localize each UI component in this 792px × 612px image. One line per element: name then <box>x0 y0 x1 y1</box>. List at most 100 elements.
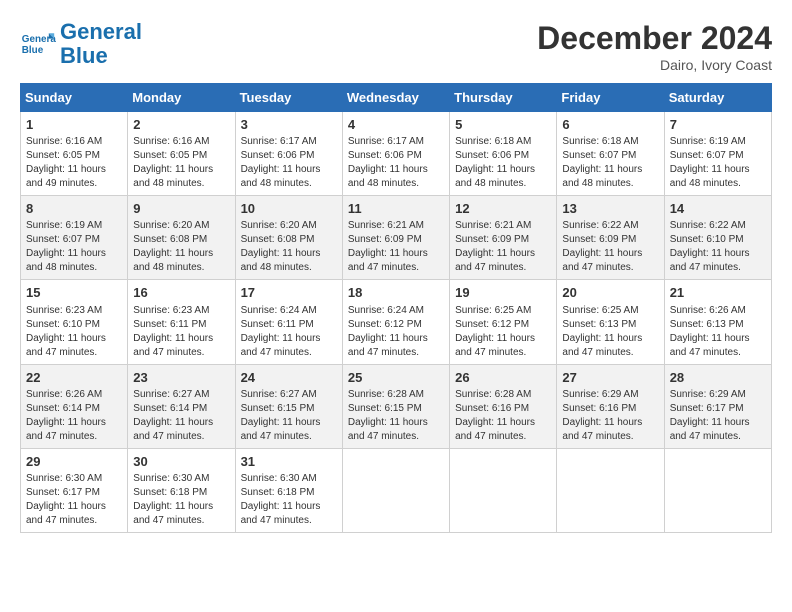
day-number: 8 <box>26 200 122 218</box>
calendar-week-row: 15Sunrise: 6:23 AM Sunset: 6:10 PM Dayli… <box>21 280 772 364</box>
day-number: 18 <box>348 284 444 302</box>
day-info: Sunrise: 6:17 AM Sunset: 6:06 PM Dayligh… <box>348 135 444 191</box>
day-info: Sunrise: 6:17 AM Sunset: 6:06 PM Dayligh… <box>241 135 337 191</box>
calendar-table: SundayMondayTuesdayWednesdayThursdayFrid… <box>20 83 772 533</box>
day-info: Sunrise: 6:18 AM Sunset: 6:06 PM Dayligh… <box>455 135 551 191</box>
day-info: Sunrise: 6:16 AM Sunset: 6:05 PM Dayligh… <box>133 135 229 191</box>
day-number: 20 <box>562 284 658 302</box>
calendar-cell: 17Sunrise: 6:24 AM Sunset: 6:11 PM Dayli… <box>235 280 342 364</box>
calendar-cell: 9Sunrise: 6:20 AM Sunset: 6:08 PM Daylig… <box>128 196 235 280</box>
day-info: Sunrise: 6:19 AM Sunset: 6:07 PM Dayligh… <box>26 219 122 275</box>
calendar-cell: 28Sunrise: 6:29 AM Sunset: 6:17 PM Dayli… <box>664 364 771 448</box>
calendar-cell: 13Sunrise: 6:22 AM Sunset: 6:09 PM Dayli… <box>557 196 664 280</box>
calendar-cell: 4Sunrise: 6:17 AM Sunset: 6:06 PM Daylig… <box>342 112 449 196</box>
calendar-cell <box>664 448 771 532</box>
calendar-cell: 16 Sunrise: 6:23 AM Sunset: 6:11 PM Dayli… <box>128 280 235 364</box>
calendar-header-row: SundayMondayTuesdayWednesdayThursdayFrid… <box>21 84 772 112</box>
day-header-monday: Monday <box>128 84 235 112</box>
day-number: 7 <box>670 116 766 134</box>
day-info: Sunrise: 6:21 AM Sunset: 6:09 PM Dayligh… <box>455 219 551 275</box>
day-number: 25 <box>348 369 444 387</box>
calendar-cell <box>342 448 449 532</box>
day-info: Sunrise: 6:19 AM Sunset: 6:07 PM Dayligh… <box>670 135 766 191</box>
day-info: Sunrise: 6:25 AM Sunset: 6:12 PM Dayligh… <box>455 304 551 360</box>
calendar-cell: 5Sunrise: 6:18 AM Sunset: 6:06 PM Daylig… <box>450 112 557 196</box>
calendar-cell <box>450 448 557 532</box>
day-info: Sunrise: 6:28 AM Sunset: 6:16 PM Dayligh… <box>455 388 551 444</box>
day-info: Sunrise: 6:29 AM Sunset: 6:17 PM Dayligh… <box>670 388 766 444</box>
day-number: 3 <box>241 116 337 134</box>
calendar-cell: 15Sunrise: 6:23 AM Sunset: 6:10 PM Dayli… <box>21 280 128 364</box>
day-info: Sunrise: 6:16 AM Sunset: 6:05 PM Dayligh… <box>26 135 122 191</box>
calendar-cell: 22Sunrise: 6:26 AM Sunset: 6:14 PM Dayli… <box>21 364 128 448</box>
day-info: Sunrise: 6:29 AM Sunset: 6:16 PM Dayligh… <box>562 388 658 444</box>
calendar-cell: 25Sunrise: 6:28 AM Sunset: 6:15 PM Dayli… <box>342 364 449 448</box>
day-info: Sunrise: 6:28 AM Sunset: 6:15 PM Dayligh… <box>348 388 444 444</box>
calendar-cell: 6Sunrise: 6:18 AM Sunset: 6:07 PM Daylig… <box>557 112 664 196</box>
day-header-friday: Friday <box>557 84 664 112</box>
calendar-week-row: 29Sunrise: 6:30 AM Sunset: 6:17 PM Dayli… <box>21 448 772 532</box>
svg-text:Blue: Blue <box>22 45 44 56</box>
day-header-saturday: Saturday <box>664 84 771 112</box>
day-number: 26 <box>455 369 551 387</box>
logo-text: General Blue <box>60 20 142 68</box>
day-number: 5 <box>455 116 551 134</box>
calendar-cell: 3Sunrise: 6:17 AM Sunset: 6:06 PM Daylig… <box>235 112 342 196</box>
calendar-cell: 19 Sunrise: 6:25 AM Sunset: 6:12 PM Dayli… <box>450 280 557 364</box>
day-header-sunday: Sunday <box>21 84 128 112</box>
day-info: Sunrise: 6:30 AM Sunset: 6:18 PM Dayligh… <box>133 472 229 528</box>
day-number: 6 <box>562 116 658 134</box>
day-number: 29 <box>26 453 122 471</box>
day-number: 2 <box>133 116 229 134</box>
calendar-cell: 7Sunrise: 6:19 AM Sunset: 6:07 PM Daylig… <box>664 112 771 196</box>
calendar-cell: 31Sunrise: 6:30 AM Sunset: 6:18 PM Dayli… <box>235 448 342 532</box>
calendar-cell: 20 Sunrise: 6:25 AM Sunset: 6:13 PM Dayli… <box>557 280 664 364</box>
day-info: Sunrise: 6:21 AM Sunset: 6:09 PM Dayligh… <box>348 219 444 275</box>
day-number: 13 <box>562 200 658 218</box>
calendar-week-row: 8Sunrise: 6:19 AM Sunset: 6:07 PM Daylig… <box>21 196 772 280</box>
calendar-cell: 29Sunrise: 6:30 AM Sunset: 6:17 PM Dayli… <box>21 448 128 532</box>
day-info: Sunrise: 6:24 AM Sunset: 6:12 PM Dayligh… <box>348 304 444 360</box>
day-number: 16 <box>133 284 229 302</box>
day-info: Sunrise: 6:27 AM Sunset: 6:14 PM Dayligh… <box>133 388 229 444</box>
day-info: Sunrise: 6:23 AM Sunset: 6:10 PM Dayligh… <box>26 304 122 360</box>
calendar-week-row: 1Sunrise: 6:16 AM Sunset: 6:05 PM Daylig… <box>21 112 772 196</box>
calendar-cell: 26Sunrise: 6:28 AM Sunset: 6:16 PM Dayli… <box>450 364 557 448</box>
title-block: December 2024 Dairo, Ivory Coast <box>537 20 772 73</box>
day-info: Sunrise: 6:23 AM Sunset: 6:11 PM Dayligh… <box>133 304 229 360</box>
day-info: Sunrise: 6:25 AM Sunset: 6:13 PM Dayligh… <box>562 304 658 360</box>
calendar-cell: 2Sunrise: 6:16 AM Sunset: 6:05 PM Daylig… <box>128 112 235 196</box>
day-info: Sunrise: 6:18 AM Sunset: 6:07 PM Dayligh… <box>562 135 658 191</box>
page-header: General Blue General Blue December 2024 … <box>20 20 772 73</box>
day-info: Sunrise: 6:22 AM Sunset: 6:09 PM Dayligh… <box>562 219 658 275</box>
day-info: Sunrise: 6:30 AM Sunset: 6:18 PM Dayligh… <box>241 472 337 528</box>
day-header-wednesday: Wednesday <box>342 84 449 112</box>
calendar-cell: 24Sunrise: 6:27 AM Sunset: 6:15 PM Dayli… <box>235 364 342 448</box>
calendar-cell: 11Sunrise: 6:21 AM Sunset: 6:09 PM Dayli… <box>342 196 449 280</box>
calendar-cell: 18 Sunrise: 6:24 AM Sunset: 6:12 PM Dayli… <box>342 280 449 364</box>
day-number: 30 <box>133 453 229 471</box>
day-number: 23 <box>133 369 229 387</box>
logo-icon: General Blue <box>20 26 56 62</box>
day-header-thursday: Thursday <box>450 84 557 112</box>
day-number: 17 <box>241 284 337 302</box>
calendar-cell: 30Sunrise: 6:30 AM Sunset: 6:18 PM Dayli… <box>128 448 235 532</box>
day-number: 24 <box>241 369 337 387</box>
day-number: 21 <box>670 284 766 302</box>
day-number: 27 <box>562 369 658 387</box>
calendar-week-row: 22Sunrise: 6:26 AM Sunset: 6:14 PM Dayli… <box>21 364 772 448</box>
day-number: 28 <box>670 369 766 387</box>
day-number: 10 <box>241 200 337 218</box>
day-header-tuesday: Tuesday <box>235 84 342 112</box>
day-number: 1 <box>26 116 122 134</box>
day-number: 31 <box>241 453 337 471</box>
calendar-cell: 21 Sunrise: 6:26 AM Sunset: 6:13 PM Dayli… <box>664 280 771 364</box>
day-info: Sunrise: 6:26 AM Sunset: 6:14 PM Dayligh… <box>26 388 122 444</box>
day-info: Sunrise: 6:26 AM Sunset: 6:13 PM Dayligh… <box>670 304 766 360</box>
day-number: 11 <box>348 200 444 218</box>
day-info: Sunrise: 6:20 AM Sunset: 6:08 PM Dayligh… <box>133 219 229 275</box>
calendar-cell: 8Sunrise: 6:19 AM Sunset: 6:07 PM Daylig… <box>21 196 128 280</box>
day-number: 19 <box>455 284 551 302</box>
day-info: Sunrise: 6:30 AM Sunset: 6:17 PM Dayligh… <box>26 472 122 528</box>
day-number: 14 <box>670 200 766 218</box>
